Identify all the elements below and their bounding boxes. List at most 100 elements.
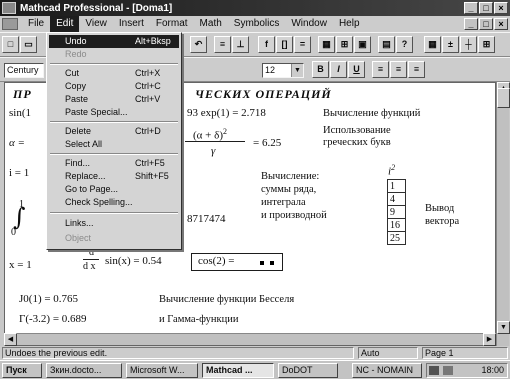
new-icon[interactable]: □ [2,36,19,53]
taskbar-item[interactable]: DoDOT [278,363,338,378]
menu-file[interactable]: File [22,16,50,32]
taskbar-item[interactable]: NC - NOMAIN [352,363,422,378]
menu-edit[interactable]: Edit [50,16,80,32]
vertical-scrollbar[interactable]: ▲ ▼ [496,82,510,346]
maximize-button[interactable]: □ [479,2,493,14]
scroll-right-icon[interactable]: ▶ [483,333,496,346]
menu-item-check-spelling[interactable]: Check Spelling... [49,196,179,209]
undo-icon[interactable]: ↶ [190,36,207,53]
menu-math[interactable]: Math [194,16,228,32]
menu-separator [50,121,178,123]
italic-button[interactable]: I [330,61,347,78]
integral-result[interactable]: 8717474 [187,213,226,225]
greek-label-line1[interactable]: Использование [323,125,391,137]
menu-item-links[interactable]: Links... [49,217,179,230]
font-combo[interactable]: Century [4,63,44,78]
start-button[interactable]: Пуск [2,363,42,378]
calc-label-line4[interactable]: и производной [261,210,327,222]
calc-label-line3[interactable]: интеграла [261,197,306,209]
scroll-left-icon[interactable]: ◀ [4,333,17,346]
alpha-region[interactable]: α = [9,137,25,149]
sin-region[interactable]: sin(1 [9,107,31,119]
vector-output[interactable]: 1 4 9 16 25 [387,179,406,245]
insert-unit-icon[interactable]: [] [276,36,293,53]
mathcad-app-icon[interactable] [2,2,16,14]
vector-label-line2[interactable]: вектора [425,216,459,228]
align-center-icon[interactable]: ≡ [390,61,407,78]
chevron-down-icon[interactable]: ▼ [291,64,303,77]
clock[interactable]: 18:00 [481,364,504,377]
taskbar-item[interactable]: Microsoft W... [126,363,198,378]
insert-component-icon[interactable]: ▣ [354,36,371,53]
doc-restore-button[interactable]: □ [479,18,493,30]
menu-item-select-all[interactable]: Select All [49,138,179,151]
greek-label-line2[interactable]: греческих букв [323,137,391,149]
help-icon[interactable]: ? [396,36,413,53]
menu-item-paste[interactable]: Paste Ctrl+V [49,93,179,106]
taskbar-item[interactable]: Зкин.docto... [46,363,122,378]
align-left-icon[interactable]: ≡ [372,61,389,78]
fraction-numerator[interactable]: (α + δ)2 [193,127,227,142]
align-down-icon[interactable]: ⊥ [232,36,249,53]
insert-graph-icon[interactable]: ▦ [318,36,335,53]
size-combo[interactable]: 12 ▼ [262,63,304,78]
x-definition[interactable]: x = 1 [9,259,32,271]
scroll-thumb[interactable] [497,88,510,108]
scroll-down-icon[interactable]: ▼ [497,321,510,334]
resource-center-icon[interactable]: ▤ [378,36,395,53]
tray-icon[interactable] [429,366,439,375]
cos-region[interactable]: cos(2) = [191,253,283,271]
open-icon[interactable]: ▭ [20,36,37,53]
menu-item-go-to-page[interactable]: Go to Page... [49,183,179,196]
calc-label-line2[interactable]: суммы ряда, [261,184,316,196]
doc-close-button[interactable]: × [494,18,508,30]
menu-insert[interactable]: Insert [113,16,150,32]
document-icon[interactable] [2,18,18,30]
bold-button[interactable]: B [312,61,329,78]
menu-view[interactable]: View [79,16,113,32]
menu-item-find[interactable]: Find... Ctrl+F5 [49,157,179,170]
menu-item-delete[interactable]: Delete Ctrl+D [49,125,179,138]
volume-icon[interactable] [443,366,453,375]
horizontal-scrollbar[interactable]: ◀ ▶ [4,333,496,346]
range-variable[interactable]: i = 1 [9,167,29,179]
underline-button[interactable]: U [348,61,365,78]
menu-format[interactable]: Format [150,16,194,32]
bessel-region[interactable]: J0(1) = 0.765 [19,293,78,305]
insert-matrix-icon[interactable]: ⊞ [336,36,353,53]
menu-help[interactable]: Help [333,16,366,32]
calculate-icon[interactable]: = [294,36,311,53]
derivative-expression[interactable]: sin(x) = 0.54 [105,255,162,267]
vector-label-line1[interactable]: Вывод [425,203,454,215]
greek-palette-icon[interactable]: ⊞ [478,36,495,53]
heading-left: ПР [13,87,32,101]
menu-item-replace[interactable]: Replace... Shift+F5 [49,170,179,183]
minimize-button[interactable]: _ [464,2,478,14]
menu-item-paste-special[interactable]: Paste Special... [49,106,179,119]
gamma-label[interactable]: и Гамма-функции [159,314,238,326]
alpha-result[interactable]: = 6.25 [253,137,281,149]
menu-item-copy[interactable]: Copy Ctrl+C [49,80,179,93]
math-palette-icon[interactable]: ▦ [424,36,441,53]
functions-label[interactable]: Вычисление функций [323,108,420,120]
close-button[interactable]: × [494,2,508,14]
doc-minimize-button[interactable]: _ [464,18,478,30]
menu-symbolics[interactable]: Symbolics [228,16,286,32]
align-icon[interactable]: ≡ [214,36,231,53]
menu-item-cut[interactable]: Cut Ctrl+X [49,67,179,80]
bessel-label[interactable]: Вычисление функции Бесселя [159,294,294,306]
vector-header[interactable]: i2 [388,163,395,178]
insert-function-icon[interactable]: f [258,36,275,53]
status-bar: Undoes the previous edit. Auto Page 1 [0,346,510,360]
menu-item-undo[interactable]: Undo Alt+Bksp [49,35,179,48]
gamma-region[interactable]: Γ(-3.2) = 0.689 [19,313,87,325]
menu-item-shortcut: Shift+F5 [135,171,169,181]
numerator-exponent: 2 [222,127,227,136]
calc-label-line1[interactable]: Вычисление: [261,171,319,183]
calculator-palette-icon[interactable]: ± [442,36,459,53]
taskbar-item-active[interactable]: Mathcad ... [202,363,274,378]
menu-window[interactable]: Window [285,16,333,32]
graph-palette-icon[interactable]: ┼ [460,36,477,53]
exp-region[interactable]: 93 exp(1) = 2.718 [187,107,266,119]
align-right-icon[interactable]: ≡ [408,61,425,78]
